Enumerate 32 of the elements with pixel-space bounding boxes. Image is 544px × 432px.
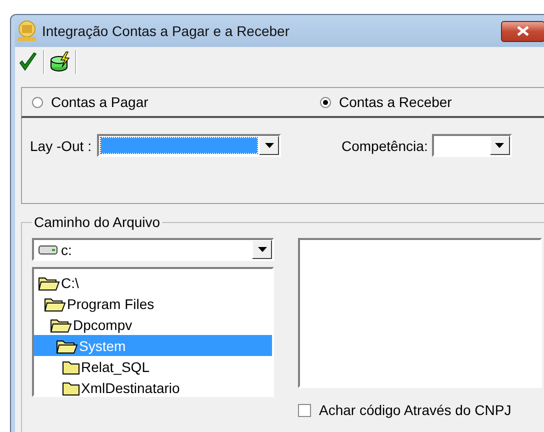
group-title: Caminho do Arquivo (33, 214, 162, 230)
drive-icon (38, 244, 58, 254)
caret-icon (495, 143, 504, 148)
layout-label: Lay -Out : (30, 138, 92, 154)
database-lightning-icon (49, 51, 71, 73)
competencia-label: Competência: (341, 138, 428, 154)
open-folder-icon (56, 338, 78, 354)
close-button[interactable] (501, 20, 544, 42)
folder-tree-item[interactable]: XmlDestinatario (34, 377, 272, 398)
folder-tree-item[interactable]: Relat_SQL (34, 356, 272, 377)
file-list[interactable] (298, 238, 542, 388)
checkmark-icon (19, 52, 37, 72)
folder-icon (62, 380, 80, 396)
folder-tree-item[interactable]: Program Files (34, 293, 272, 314)
open-folder-icon (50, 316, 72, 332)
app-icon (17, 20, 37, 42)
competencia-dropdown[interactable] (432, 134, 512, 157)
open-folder-icon (44, 296, 66, 312)
layout-dropdown[interactable] (97, 134, 282, 157)
folder-tree-item[interactable]: C:\ (34, 272, 272, 293)
open-folder-icon (38, 274, 60, 290)
close-icon (517, 26, 529, 36)
database-button[interactable] (49, 50, 71, 74)
cnpj-checkbox[interactable]: Achar código Através do CNPJ (298, 402, 542, 418)
account-type-radio[interactable]: Contas a Pagar (22, 94, 310, 110)
drive-dropdown[interactable]: c: (32, 238, 274, 261)
account-type-radio[interactable]: Contas a Receber (310, 94, 544, 110)
folder-icon (62, 358, 80, 374)
caret-icon (264, 143, 274, 148)
caret-icon (258, 247, 266, 252)
window-title: Integração Contas a Pagar e a Receber (42, 23, 290, 39)
folder-tree-item[interactable]: Dpcompv (34, 314, 272, 335)
